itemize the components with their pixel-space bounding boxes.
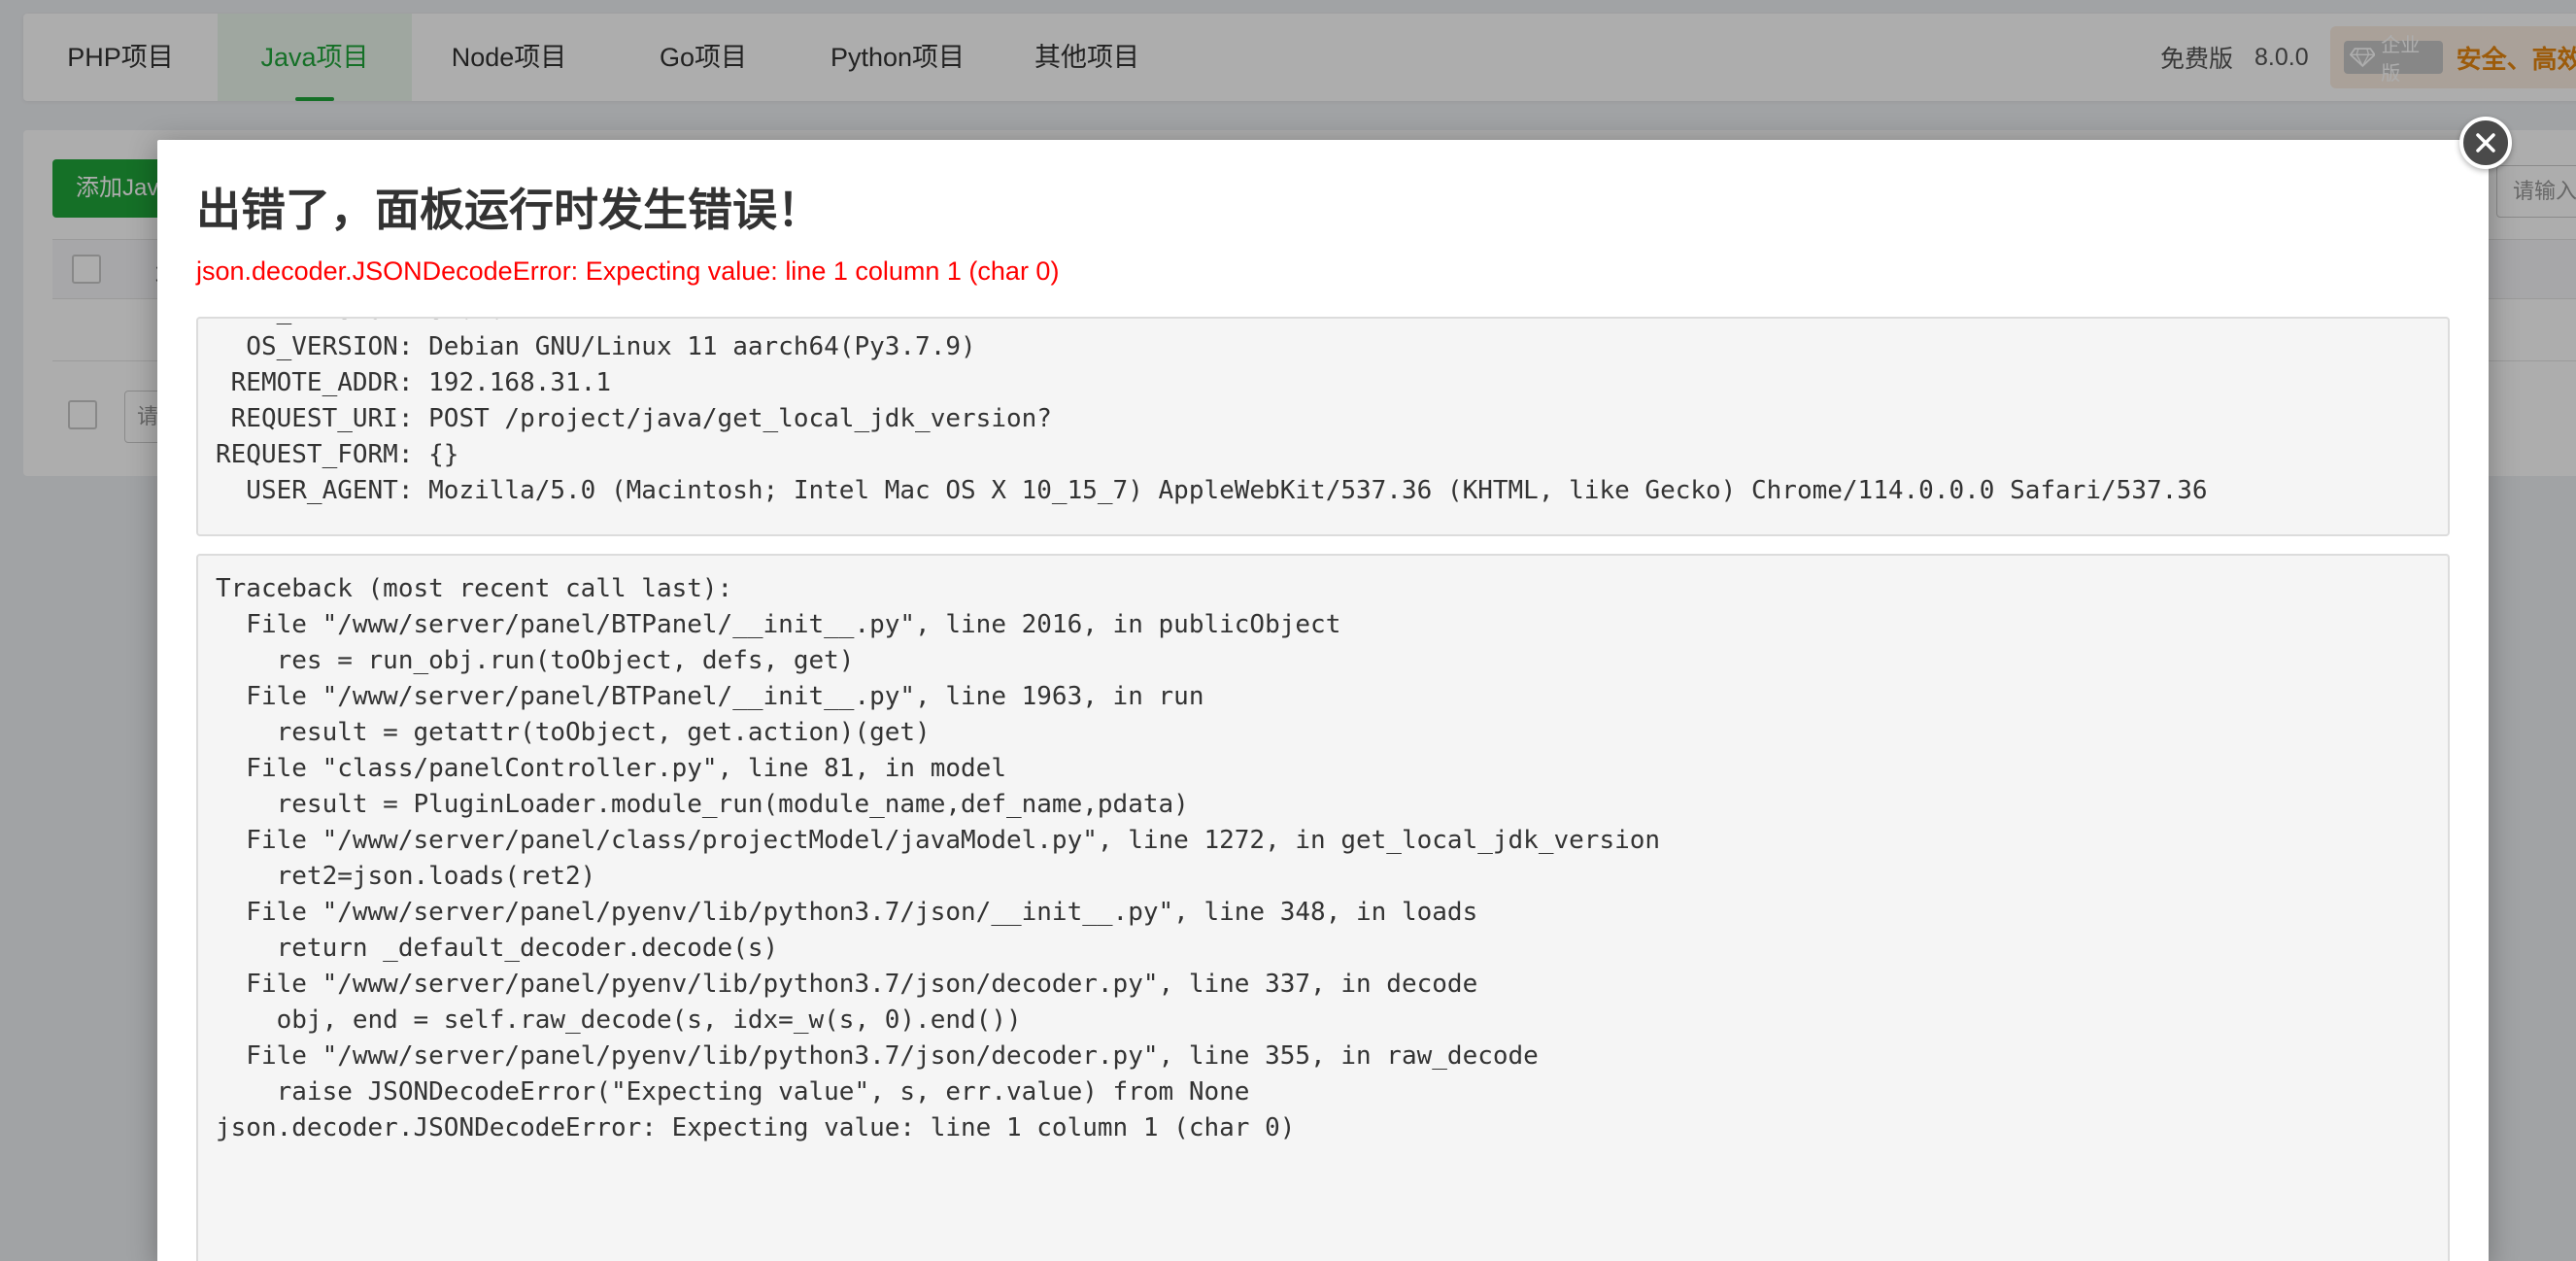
env-line: REQUEST_FORM: {}	[216, 440, 459, 469]
traceback-line: raise JSONDecodeError("Expecting value",…	[216, 1077, 1250, 1107]
traceback-line: File "/www/server/panel/class/projectMod…	[216, 826, 1661, 855]
close-dialog-button[interactable]	[2459, 117, 2512, 169]
traceback-line: File "/www/server/panel/pyenv/lib/python…	[216, 970, 1478, 999]
environment-info-text: PAN_VERSION: 8.0.0 OS_VERSION: Debian GN…	[216, 319, 2208, 509]
error-dialog: 出错了，面板运行时发生错误！ json.decoder.JSONDecodeEr…	[157, 140, 2489, 1261]
close-icon	[2476, 133, 2495, 153]
traceback-line: ret2=json.loads(ret2)	[216, 862, 596, 891]
traceback-line: Traceback (most recent call last):	[216, 574, 733, 603]
env-line: PAN_VERSION: 8.0.0	[216, 319, 2208, 329]
traceback-text: Traceback (most recent call last): File …	[216, 571, 1660, 1146]
traceback-box[interactable]: Traceback (most recent call last): File …	[196, 554, 2450, 1261]
traceback-line: return _default_decoder.decode(s)	[216, 934, 779, 963]
environment-info-box[interactable]: PAN_VERSION: 8.0.0 OS_VERSION: Debian GN…	[196, 317, 2450, 536]
error-message: json.decoder.JSONDecodeError: Expecting …	[196, 256, 1060, 286]
traceback-line: File "/www/server/panel/pyenv/lib/python…	[216, 898, 1478, 927]
traceback-line: result = getattr(toObject, get.action)(g…	[216, 718, 931, 747]
page: PHP项目 Java项目 Node项目 Go项目 Python项目 其他项目 免…	[0, 0, 2576, 1261]
traceback-line: File "/www/server/panel/BTPanel/__init__…	[216, 610, 1341, 639]
traceback-line: json.decoder.JSONDecodeError: Expecting …	[216, 1113, 1296, 1142]
env-line: REQUEST_URI: POST /project/java/get_loca…	[216, 404, 1052, 433]
traceback-line: File "/www/server/panel/BTPanel/__init__…	[216, 682, 1204, 711]
traceback-line: File "class/panelController.py", line 81…	[216, 754, 1006, 783]
env-line: USER_AGENT: Mozilla/5.0 (Macintosh; Inte…	[216, 476, 2208, 505]
traceback-line: obj, end = self.raw_decode(s, idx=_w(s, …	[216, 1005, 1022, 1035]
traceback-line: File "/www/server/panel/pyenv/lib/python…	[216, 1041, 1539, 1071]
traceback-line: res = run_obj.run(toObject, defs, get)	[216, 646, 855, 675]
env-line: REMOTE_ADDR: 192.168.31.1	[216, 368, 611, 397]
traceback-line: result = PluginLoader.module_run(module_…	[216, 790, 1189, 819]
dialog-title: 出错了，面板运行时发生错误！	[196, 185, 822, 235]
env-line: OS_VERSION: Debian GNU/Linux 11 aarch64(…	[216, 332, 976, 361]
